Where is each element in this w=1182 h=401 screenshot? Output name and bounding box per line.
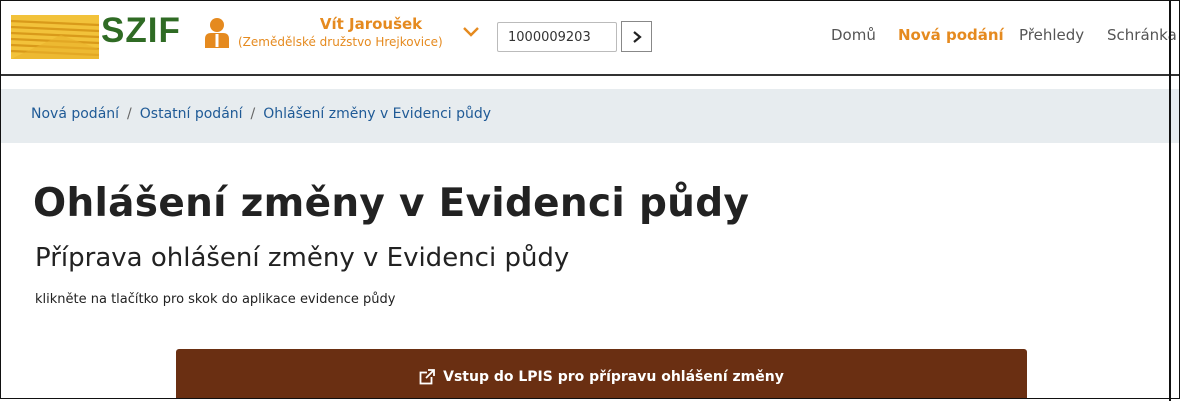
right-border xyxy=(1169,0,1171,401)
user-icon xyxy=(205,18,229,48)
breadcrumb-item-new-submissions[interactable]: Nová podání xyxy=(31,106,119,122)
chevron-down-icon[interactable] xyxy=(461,25,481,39)
szif-logo-text[interactable]: SZIF xyxy=(101,11,181,51)
enter-lpis-button-label: Vstup do LPIS pro přípravu ohlášení změn… xyxy=(443,369,784,385)
external-link-icon xyxy=(419,369,436,385)
top-header: SZIF Vít Jaroušek (Zemědělské družstvo H… xyxy=(1,1,1179,76)
szif-logo-icon[interactable] xyxy=(11,15,99,59)
instruction-text: klikněte na tlačítko pro skok do aplikac… xyxy=(35,292,396,307)
client-id-input[interactable] xyxy=(497,22,617,52)
enter-lpis-button[interactable]: Vstup do LPIS pro přípravu ohlášení změn… xyxy=(176,349,1027,398)
page-title: Ohlášení změny v Evidenci půdy xyxy=(33,181,750,226)
page-subtitle: Příprava ohlášení změny v Evidenci půdy xyxy=(35,243,570,273)
nav-inbox[interactable]: Schránka xyxy=(1107,26,1177,44)
breadcrumb-item-current[interactable]: Ohlášení změny v Evidenci půdy xyxy=(263,106,491,122)
go-button[interactable] xyxy=(621,21,652,52)
breadcrumb-separator: / xyxy=(250,106,256,122)
user-organization[interactable]: (Zemědělské družstvo Hrejkovice) xyxy=(238,35,468,49)
breadcrumb-item-other-submissions[interactable]: Ostatní podání xyxy=(140,106,243,122)
app-window: SZIF Vít Jaroušek (Zemědělské družstvo H… xyxy=(0,0,1180,399)
chevron-right-icon xyxy=(632,30,642,43)
nav-new-submissions[interactable]: Nová podání xyxy=(898,26,1004,44)
nav-overviews[interactable]: Přehledy xyxy=(1019,26,1084,44)
user-name[interactable]: Vít Jaroušek xyxy=(271,15,471,33)
breadcrumb-separator: / xyxy=(127,106,132,122)
nav-home[interactable]: Domů xyxy=(831,26,876,44)
breadcrumb: Nová podání / Ostatní podání / Ohlášení změn… xyxy=(1,89,1179,143)
